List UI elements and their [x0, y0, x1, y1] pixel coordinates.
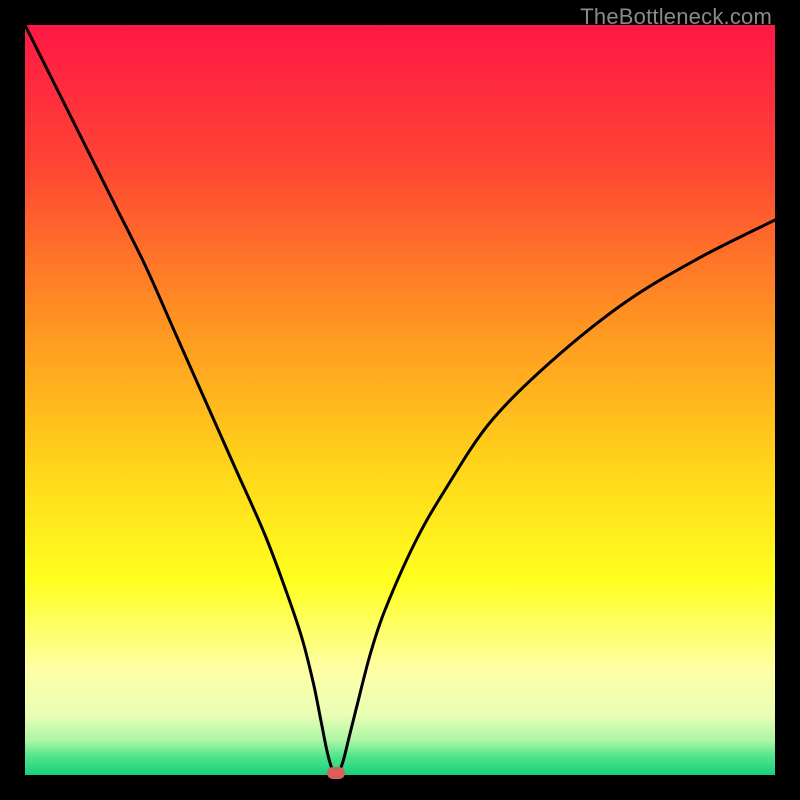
optimum-marker	[327, 767, 345, 779]
watermark: TheBottleneck.com	[580, 4, 772, 30]
bottleneck-curve	[25, 25, 775, 775]
chart-frame	[25, 25, 775, 775]
